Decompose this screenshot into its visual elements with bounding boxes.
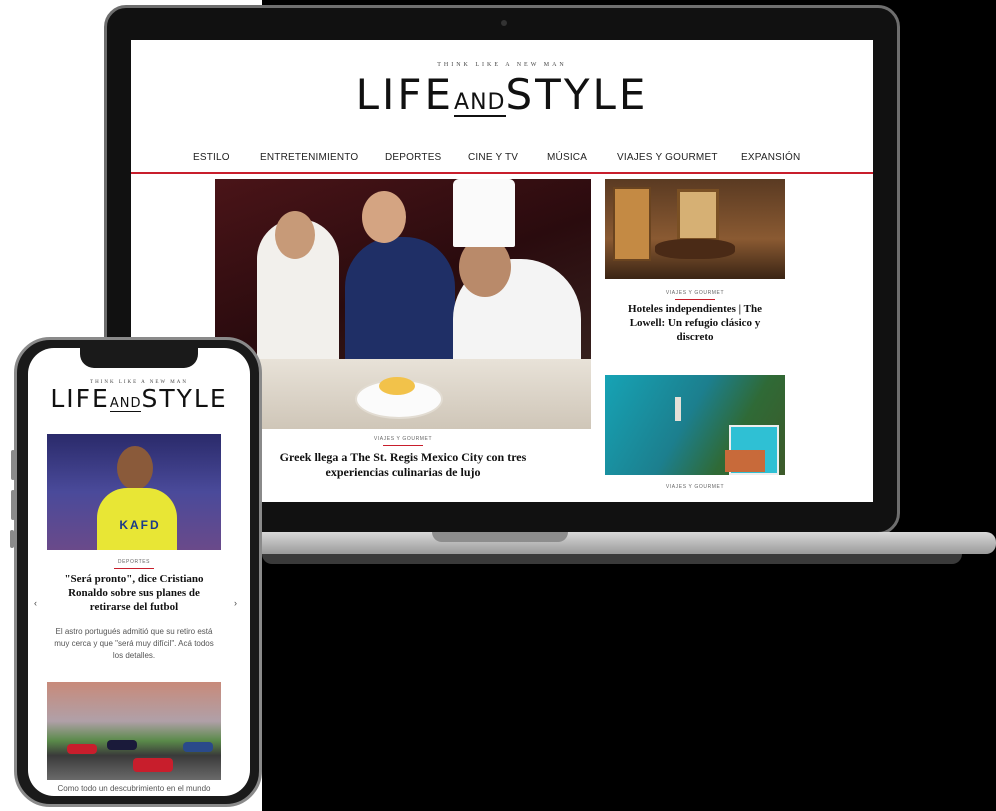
side-article-1-kicker[interactable]: VIAJES Y GOURMET (605, 290, 785, 300)
phone-article-2-text: Como todo un descubrimiento en el mundo (57, 784, 211, 793)
next-arrow-icon[interactable]: › (234, 598, 237, 608)
laptop-base (262, 532, 996, 554)
logo-and: AND (454, 90, 506, 117)
side-article-2-kicker[interactable]: VIAJES Y GOURMET (605, 484, 785, 490)
hero-image[interactable] (215, 179, 591, 429)
hero-kicker-label: VIAJES Y GOURMET (373, 436, 433, 442)
phone-article-1-image[interactable]: KAFD (47, 434, 221, 550)
logo-style: STYLE (141, 384, 228, 413)
nav-item-deportes[interactable]: DEPORTES (385, 152, 441, 163)
main-nav: ESTILO ENTRETENIMIENTO DEPORTES CINE Y T… (131, 148, 873, 174)
side-article-1-headline[interactable]: Hoteles independientes | The Lowell: Un … (615, 302, 775, 344)
pier (675, 397, 681, 421)
roof (725, 450, 765, 472)
side-article-1-image[interactable] (605, 179, 785, 279)
kicker-divider (114, 568, 154, 569)
nav-item-entretenimiento[interactable]: ENTRETENIMIENTO (260, 152, 358, 163)
player-head (117, 446, 153, 490)
phone-article-1-kicker[interactable]: DEPORTES (47, 559, 221, 569)
race-car (133, 758, 173, 772)
nav-item-expansion[interactable]: EXPANSIÓN (741, 152, 800, 163)
phone-screen: THINK LIKE A NEW MAN LIFEANDSTYLE KAFD ‹… (28, 348, 250, 796)
logo-style: STYLE (505, 70, 649, 119)
prev-arrow-icon[interactable]: ‹ (34, 598, 37, 608)
race-car (67, 744, 97, 754)
nav-item-cine-y-tv[interactable]: CINE Y TV (468, 152, 518, 163)
hero-headline[interactable]: Greek llega a The St. Regis Mexico City … (251, 450, 555, 480)
woman-head (275, 211, 315, 259)
dining-table (655, 239, 735, 259)
nav-item-estilo[interactable]: ESTILO (193, 152, 230, 163)
phone-notch (80, 348, 198, 368)
side-kicker-label: VIAJES Y GOURMET (665, 484, 725, 490)
phone-article-2-image[interactable] (47, 682, 221, 780)
site-tagline: THINK LIKE A NEW MAN (437, 62, 567, 68)
man-head (362, 191, 406, 243)
logo-and: AND (109, 396, 142, 412)
laptop-shadow (262, 554, 962, 564)
laptop-base-notch (432, 532, 568, 542)
hero-kicker[interactable]: VIAJES Y GOURMET (215, 436, 591, 446)
nav-item-viajes-y-gourmet[interactable]: VIAJES Y GOURMET (617, 152, 718, 163)
dessert (379, 377, 415, 395)
kicker-divider (675, 299, 715, 300)
mirror (677, 189, 719, 241)
phone-volume-button (11, 450, 15, 480)
bar-shelf (613, 187, 651, 261)
race-car (107, 740, 137, 750)
race-car (183, 742, 213, 752)
phone-site-logo[interactable]: LIFEANDSTYLE (28, 384, 250, 413)
phone-side-button (10, 530, 14, 548)
chef-hat (453, 179, 515, 247)
phone-volume-button (11, 490, 15, 520)
logo-life: LIFE (355, 70, 455, 119)
site-logo[interactable]: LIFEANDSTYLE (131, 70, 873, 119)
side-article-2-image[interactable] (605, 375, 785, 475)
nav-item-musica[interactable]: MÚSICA (547, 152, 587, 163)
logo-life: LIFE (50, 384, 110, 413)
phone-kicker-label: DEPORTES (117, 559, 151, 565)
jersey-sponsor: KAFD (119, 518, 161, 532)
kicker-divider (383, 445, 423, 446)
phone-article-1-description: El astro portugués admitió que su retiro… (54, 627, 214, 660)
phone-article-1-headline[interactable]: "Será pronto", dice Cristiano Ronaldo so… (54, 572, 214, 614)
side-kicker-label: VIAJES Y GOURMET (665, 290, 725, 296)
laptop-camera (501, 20, 507, 26)
